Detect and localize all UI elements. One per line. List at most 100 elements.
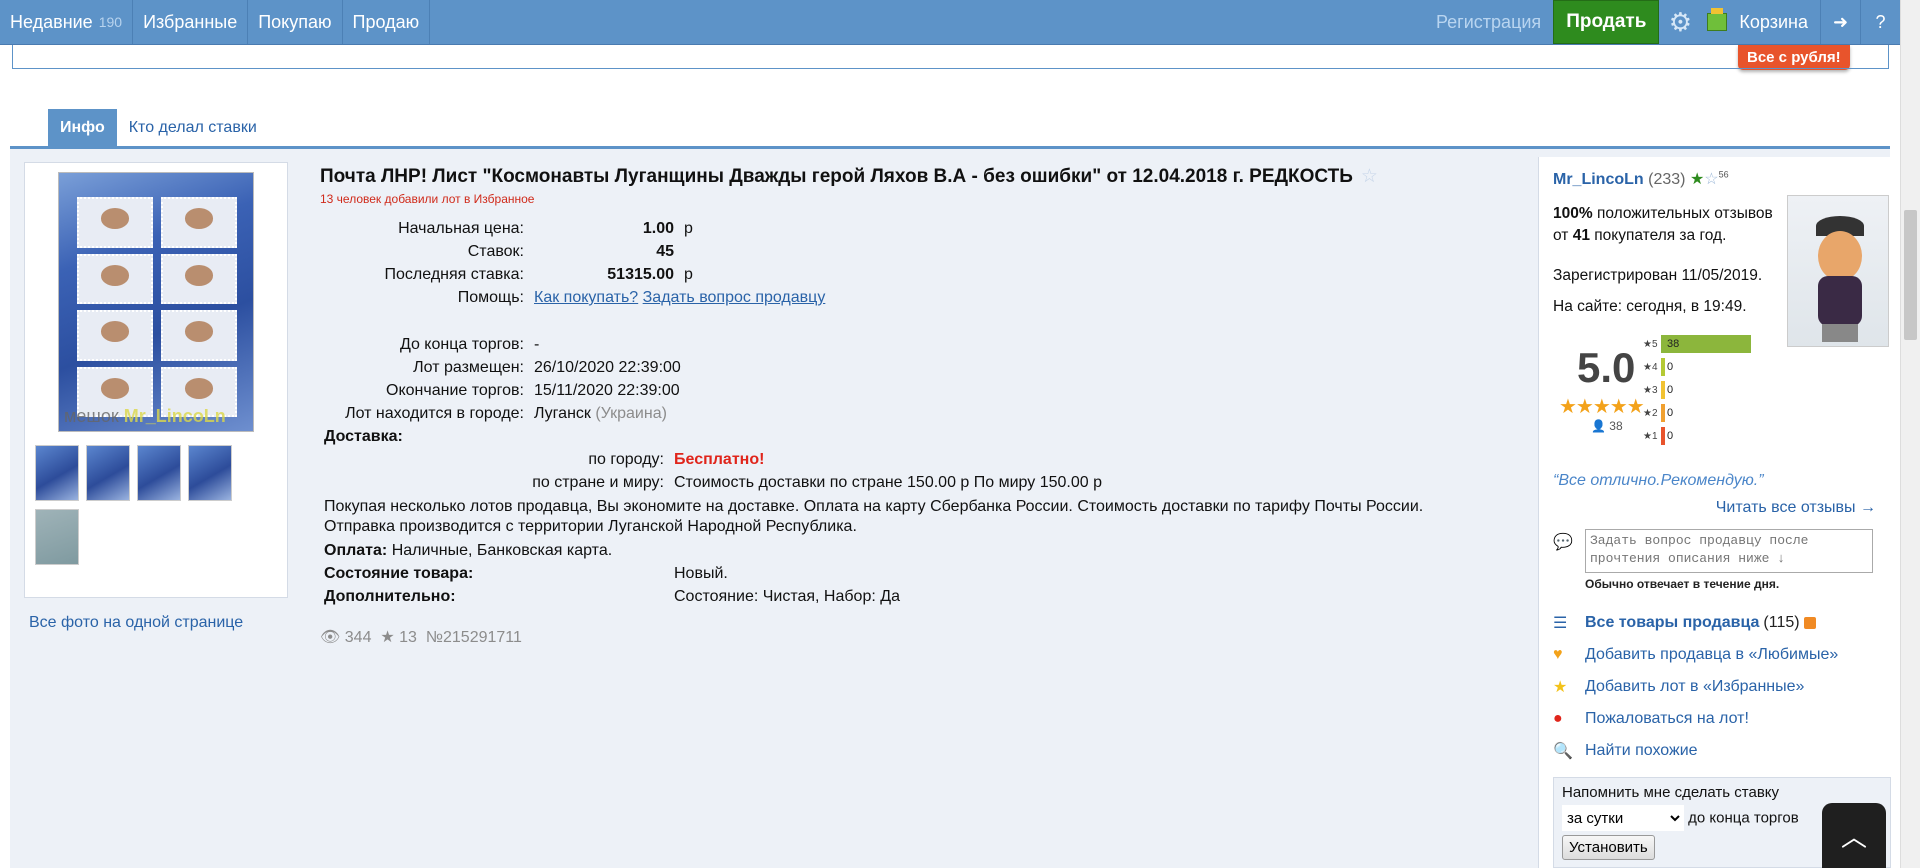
bids-label: Ставок: <box>467 243 524 260</box>
delivery-city-label: по городу: <box>588 451 664 468</box>
cart-button[interactable]: Корзина <box>1701 0 1820 44</box>
favorite-star-icon[interactable]: ☆ <box>1361 166 1378 187</box>
login-icon[interactable]: ➜ <box>1820 0 1860 44</box>
thumbnail[interactable] <box>35 509 79 565</box>
nav-recent[interactable]: Недавние 190 <box>0 0 134 44</box>
rating-bar-label: ★4 <box>1643 361 1658 373</box>
thumbnail-strip <box>35 445 275 565</box>
seller-sidebar: Mr_LincoLn (233) ★☆56 100% положительных… <box>1538 157 1891 868</box>
warning-icon: ● <box>1553 710 1563 727</box>
review-quote: “Все отлично.Рекомендую.” <box>1553 472 1764 489</box>
thumbnail[interactable] <box>35 445 79 501</box>
all-photos-link[interactable]: Все фото на одной странице <box>29 614 243 632</box>
nav-buying[interactable]: Покупаю <box>248 0 343 44</box>
rating-bar-label: ★5 <box>1643 338 1658 350</box>
rating-bar: 0 <box>1661 427 1673 445</box>
complain-link[interactable]: Пожаловаться на лот! <box>1585 710 1749 728</box>
seller-header: Mr_LincoLn (233) ★☆56 <box>1553 169 1729 189</box>
add-favorite-seller-row: ♥ Добавить продавца в «Любимые» <box>1553 639 1838 671</box>
thumbnail[interactable] <box>86 445 130 501</box>
delivery-city-value: Бесплатно! <box>674 451 765 468</box>
positive-feedback: 100% положительных отзывов от 41 покупат… <box>1553 203 1785 247</box>
delivery-table: Доставка: по городу: Бесплатно! по стране… <box>320 426 1500 609</box>
lot-number: №215291711 <box>425 629 522 646</box>
register-link[interactable]: Регистрация <box>1424 0 1553 44</box>
end-in-label: До конца торгов: <box>399 336 524 353</box>
seller-avatar[interactable] <box>1787 195 1889 347</box>
set-reminder-button[interactable]: Установить <box>1562 835 1655 860</box>
star-icon: ★ <box>380 629 395 646</box>
rating-bar-row: ★4 0 <box>1643 358 1751 376</box>
stamp <box>77 197 153 248</box>
rating-bar: 0 <box>1661 358 1673 376</box>
scroll-to-top-button[interactable]: ︿ <box>1822 803 1886 868</box>
tab-info[interactable]: Инфо <box>48 109 117 147</box>
nav-favorites[interactable]: Избранные <box>133 0 249 44</box>
search-icon: 🔍 <box>1553 743 1573 760</box>
read-all-reviews-link[interactable]: Читать все отзывы → <box>1716 499 1876 517</box>
lot-content: мешок Mr_LincoLn Все фото на одной стран… <box>10 149 1891 868</box>
reminder-select[interactable]: за сутки <box>1562 805 1684 831</box>
star-icon: ★ <box>1553 679 1568 696</box>
find-similar-row: 🔍 Найти похожие <box>1553 735 1838 767</box>
help-icon[interactable]: ? <box>1860 0 1900 44</box>
favorites-note: 13 человек добавили лот в Избранное <box>320 192 535 206</box>
answers-note: Обычно отвечает в течение дня. <box>1585 577 1780 591</box>
how-to-buy-link[interactable]: Как покупать? <box>534 289 638 306</box>
complain-row: ● Пожаловаться на лот! <box>1553 703 1838 735</box>
last-bid: 51315.00 <box>607 266 674 283</box>
rating-score: 5.0 <box>1577 344 1636 391</box>
all-items-link[interactable]: Все товары продавца <box>1585 614 1759 632</box>
positive-pct: 100% <box>1553 205 1593 222</box>
scrollbar-thumb[interactable] <box>1904 210 1917 340</box>
thumbnail[interactable] <box>188 445 232 501</box>
start-price: 1.00 <box>642 220 674 237</box>
extra-label: Дополнительно: <box>324 588 456 605</box>
views-count: 344 <box>344 629 372 646</box>
positive-buyers: 41 <box>1572 227 1590 244</box>
rating-bar-count: 0 <box>1667 430 1674 442</box>
tab-bidders[interactable]: Кто делал ставки <box>117 109 269 147</box>
reminder-label: Напомнить мне сделать ставку <box>1562 784 1780 801</box>
rating-bar-row: ★1 0 <box>1643 427 1751 445</box>
lot-stats: 👁 344 ★ 13 №215291711 <box>320 627 1500 647</box>
delivery-world-label: по стране и миру: <box>532 474 664 491</box>
gear-icon[interactable]: ⚙ <box>1659 0 1701 44</box>
watermark-user: Mr_LincoLn <box>123 406 226 426</box>
seller-name[interactable]: Mr_LincoLn <box>1553 171 1644 188</box>
avatar-head <box>1818 231 1862 281</box>
stamp-sheet <box>77 197 237 417</box>
eye-icon: 👁 <box>320 629 341 646</box>
nav-selling[interactable]: Продаю <box>343 0 431 44</box>
sell-button[interactable]: Продать <box>1553 0 1660 44</box>
rss-icon[interactable] <box>1803 617 1816 629</box>
ask-seller-input[interactable] <box>1585 529 1873 573</box>
rating-bar-count: 0 <box>1667 384 1674 396</box>
rating-bar-label: ★2 <box>1643 407 1658 419</box>
delivery-label: Доставка: <box>324 428 403 445</box>
lot-info: Почта ЛНР! Лист "Космонавты Луганщины Дв… <box>320 165 1500 647</box>
rating-bar-count: 38 <box>1667 338 1680 350</box>
heart-icon: ♥ <box>1553 646 1563 663</box>
seller-count: (233) <box>1648 171 1686 188</box>
avatar-body <box>1818 276 1862 326</box>
ends-date: 15/11/2020 22:39:00 <box>534 382 680 399</box>
rating-bar: 0 <box>1661 381 1673 399</box>
payment-label: Оплата: <box>324 542 388 559</box>
add-favorite-seller-link[interactable]: Добавить продавца в «Любимые» <box>1585 646 1838 664</box>
tab-bar: Инфо Кто делал ставки <box>48 109 269 147</box>
delivery-world-value: Стоимость доставки по стране 150.00 р По… <box>674 474 1102 491</box>
dates-table: До конца торгов: - Лот размещен: 26/10/202… <box>320 334 687 426</box>
ask-seller-link[interactable]: Задать вопрос продавцу <box>643 289 826 306</box>
add-favorite-lot-link[interactable]: Добавить лот в «Избранные» <box>1585 678 1804 696</box>
scrollbar[interactable] <box>1900 0 1920 868</box>
country: (Украина) <box>595 405 667 422</box>
rating-bar: 38 <box>1661 335 1751 353</box>
outline-star-icon: ☆ <box>1704 171 1719 188</box>
thumbnail[interactable] <box>137 445 181 501</box>
all-items-row: ☰ Все товары продавца (115) <box>1553 607 1838 639</box>
photo-gallery: мешок Mr_LincoLn <box>24 162 288 598</box>
find-similar-link[interactable]: Найти похожие <box>1585 742 1698 760</box>
main-photo[interactable]: мешок Mr_LincoLn <box>58 172 254 432</box>
help-label: Помощь: <box>457 289 524 306</box>
